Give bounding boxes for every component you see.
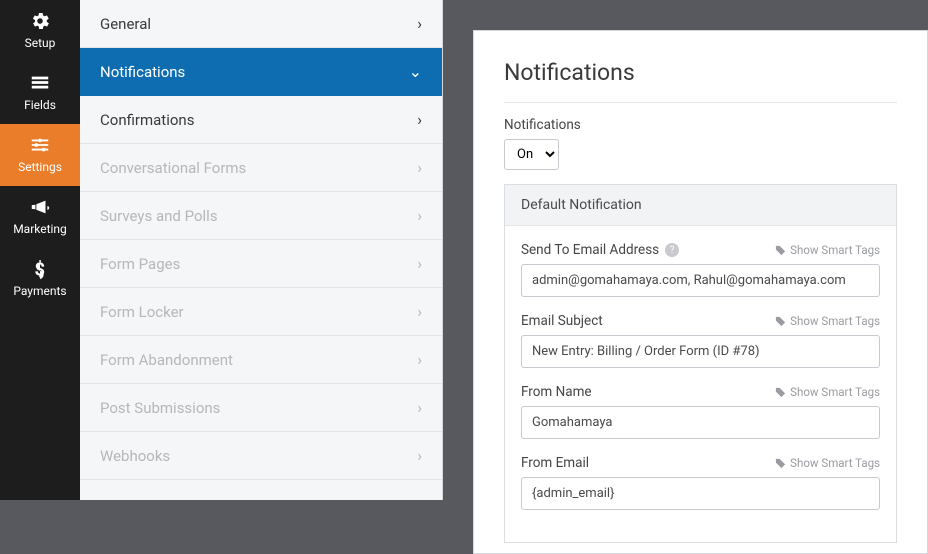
rail-item-settings[interactable]: Settings: [0, 124, 80, 186]
sidebar-item-label: Conversational Forms: [100, 159, 246, 177]
chevron-right-icon: [417, 448, 422, 464]
sidebar-item-surveys[interactable]: Surveys and Polls: [80, 192, 442, 240]
field-from-email: From Email Show Smart Tags: [521, 455, 880, 510]
show-smart-tags-link[interactable]: Show Smart Tags: [775, 385, 880, 399]
notifications-panel: Notifications Notifications On Default N…: [473, 30, 928, 554]
chevron-right-icon: [417, 400, 422, 416]
tag-icon: [775, 458, 786, 469]
sidebar-item-label: Webhooks: [100, 447, 170, 465]
rail-item-label: Fields: [24, 98, 56, 112]
chevron-right-icon: [417, 160, 422, 176]
default-notification-fieldset: Default Notification Send To Email Addre…: [504, 184, 897, 543]
field-send-to: Send To Email Address ? Show Smart Tags: [521, 242, 880, 297]
sliders-icon: [28, 134, 52, 156]
chevron-right-icon: [417, 208, 422, 224]
rail-item-label: Setup: [25, 36, 56, 50]
svg-text:$: $: [35, 259, 46, 280]
rail-item-setup[interactable]: Setup: [0, 0, 80, 62]
tag-icon: [775, 316, 786, 327]
sidebar-item-general[interactable]: General: [80, 0, 442, 48]
sidebar-item-label: Form Pages: [100, 255, 180, 273]
rail-item-label: Marketing: [13, 222, 67, 236]
rail-item-marketing[interactable]: Marketing: [0, 186, 80, 248]
sidebar-item-notifications[interactable]: Notifications ⌄: [80, 48, 442, 96]
sidebar-item-label: General: [100, 15, 151, 33]
tag-icon: [775, 245, 786, 256]
send-to-input[interactable]: [521, 264, 880, 297]
field-label: Send To Email Address ?: [521, 242, 679, 258]
sidebar-item-form-abandonment[interactable]: Form Abandonment: [80, 336, 442, 384]
sidebar-item-post-submissions[interactable]: Post Submissions: [80, 384, 442, 432]
from-email-input[interactable]: [521, 477, 880, 510]
field-from-name: From Name Show Smart Tags: [521, 384, 880, 439]
field-label: From Email: [521, 455, 589, 471]
notifications-toggle-select[interactable]: On: [504, 139, 559, 170]
rail-item-fields[interactable]: Fields: [0, 62, 80, 124]
tag-icon: [775, 387, 786, 398]
chevron-down-icon: ⌄: [409, 64, 422, 80]
chevron-right-icon: [417, 352, 422, 368]
left-rail: Setup Fields Settings Marketing $ Paymen…: [0, 0, 80, 500]
field-email-subject: Email Subject Show Smart Tags: [521, 313, 880, 368]
sidebar-item-label: Form Abandonment: [100, 351, 233, 369]
show-smart-tags-link[interactable]: Show Smart Tags: [775, 243, 880, 257]
chevron-right-icon: [417, 112, 422, 128]
fieldset-title: Default Notification: [505, 185, 896, 226]
sidebar-item-form-pages[interactable]: Form Pages: [80, 240, 442, 288]
sidebar-item-label: Post Submissions: [100, 399, 220, 417]
list-icon: [28, 72, 52, 94]
toggle-label: Notifications: [504, 117, 897, 133]
sidebar-item-label: Form Locker: [100, 303, 184, 321]
settings-sidebar: General Notifications ⌄ Confirmations Co…: [80, 0, 443, 500]
chevron-right-icon: [417, 16, 422, 32]
notifications-toggle-block: Notifications On: [504, 117, 897, 170]
dollar-icon: $: [29, 258, 51, 280]
sidebar-item-conversational-forms[interactable]: Conversational Forms: [80, 144, 442, 192]
rail-item-payments[interactable]: $ Payments: [0, 248, 80, 310]
email-subject-input[interactable]: [521, 335, 880, 368]
sidebar-item-form-locker[interactable]: Form Locker: [80, 288, 442, 336]
chevron-right-icon: [417, 304, 422, 320]
show-smart-tags-link[interactable]: Show Smart Tags: [775, 314, 880, 328]
gear-icon: [29, 10, 51, 32]
from-name-input[interactable]: [521, 406, 880, 439]
sidebar-item-label: Confirmations: [100, 111, 194, 129]
rail-item-label: Payments: [13, 284, 66, 298]
main-area: Notifications Notifications On Default N…: [443, 0, 928, 500]
page-title: Notifications: [504, 59, 897, 103]
sidebar-item-label: Surveys and Polls: [100, 207, 218, 225]
show-smart-tags-link[interactable]: Show Smart Tags: [775, 456, 880, 470]
megaphone-icon: [28, 196, 52, 218]
sidebar-item-label: Notifications: [100, 63, 185, 81]
field-label: From Name: [521, 384, 592, 400]
help-icon[interactable]: ?: [665, 243, 679, 257]
field-label: Email Subject: [521, 313, 603, 329]
sidebar-item-confirmations[interactable]: Confirmations: [80, 96, 442, 144]
sidebar-item-webhooks[interactable]: Webhooks: [80, 432, 442, 480]
rail-item-label: Settings: [18, 160, 62, 174]
chevron-right-icon: [417, 256, 422, 272]
